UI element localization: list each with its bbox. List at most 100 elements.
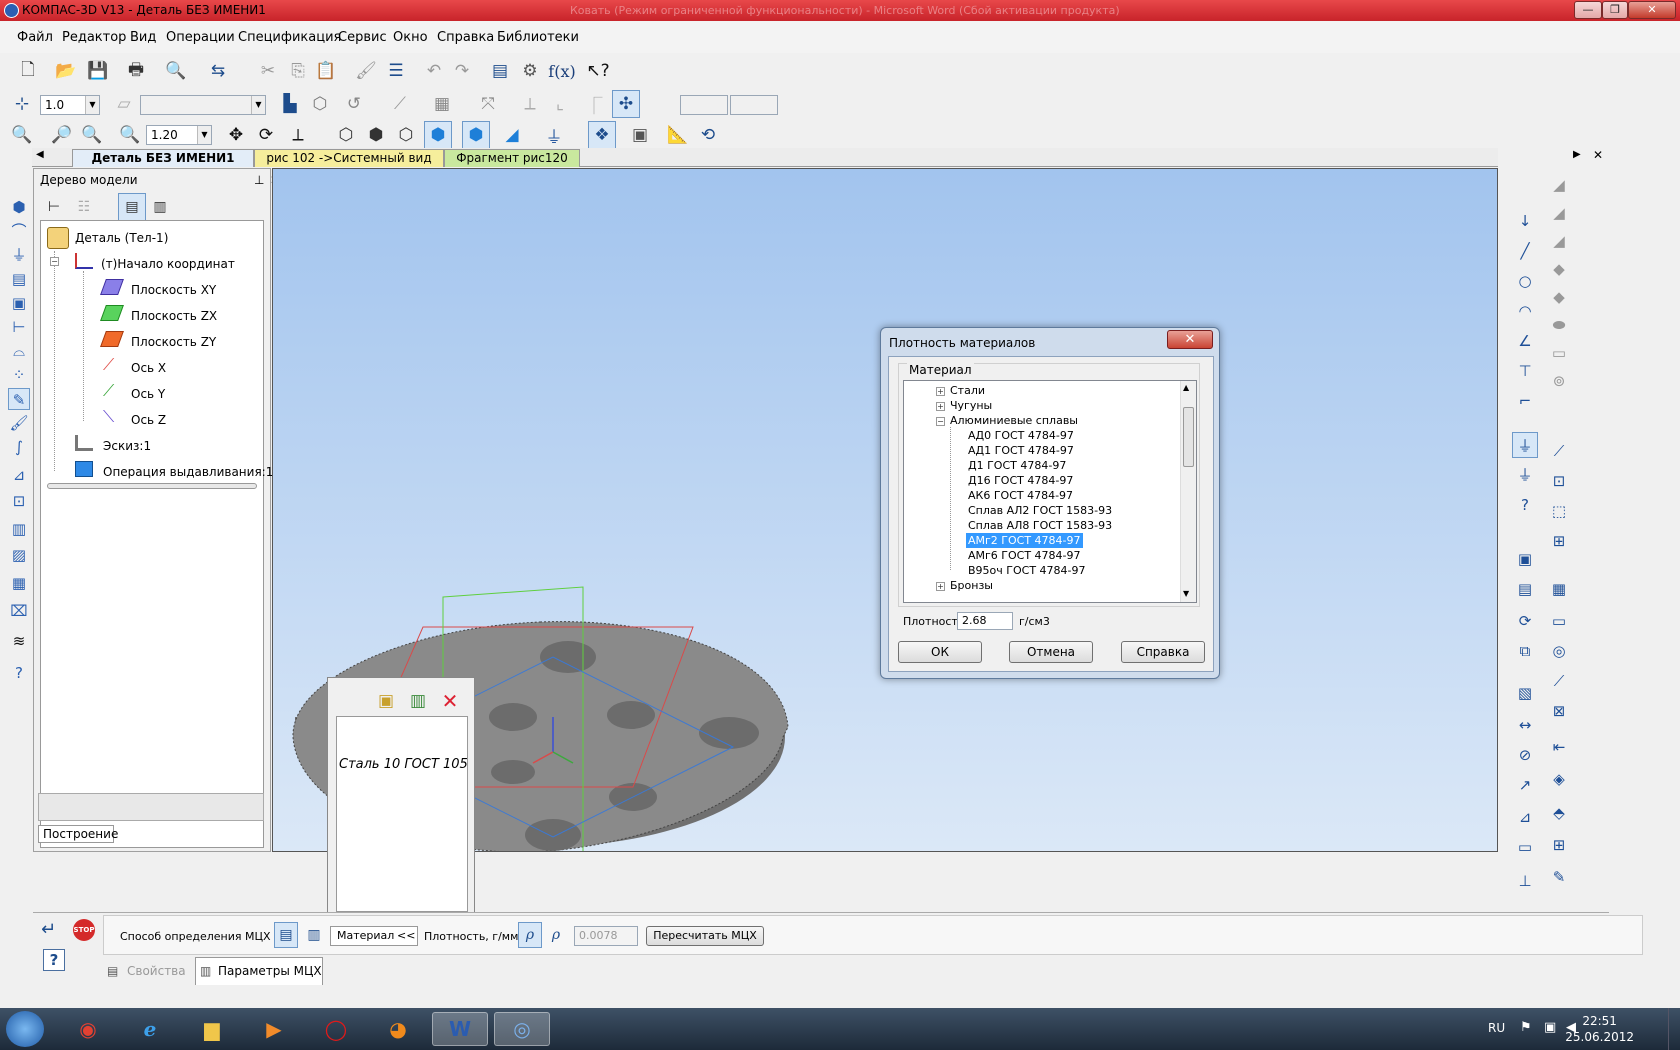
step-field[interactable]: 1.0 ▼ xyxy=(40,95,100,115)
help-right-icon[interactable]: ? xyxy=(1512,492,1538,518)
measure-icon[interactable]: ⤧ xyxy=(474,90,502,118)
new-document-icon[interactable]: 🗋 xyxy=(14,57,42,85)
shape-2-icon[interactable]: ◢ xyxy=(1546,200,1572,226)
copy-right-icon[interactable]: ⧉ xyxy=(1512,638,1538,664)
ruler-icon[interactable]: 📐 xyxy=(664,121,692,149)
hatch-icon[interactable]: ▧ xyxy=(1512,680,1538,706)
diagnosis-icon[interactable]: ⊡ xyxy=(8,490,30,512)
rebuild-icon[interactable]: ⟲ xyxy=(694,121,722,149)
tree-item-plane-zy[interactable]: Плоскость ZY xyxy=(131,335,216,349)
zoom-dropdown-icon[interactable]: ▼ xyxy=(197,126,211,144)
tree-root[interactable]: Деталь (Тел-1) xyxy=(75,231,168,245)
save-tool-icon[interactable]: ▣ xyxy=(8,292,30,314)
dim-icon[interactable]: ⊢ xyxy=(8,316,30,338)
open-folder-icon[interactable]: 📂 xyxy=(52,57,80,85)
spline-icon[interactable]: ∫ xyxy=(8,436,30,458)
expand-bronze-icon[interactable]: + xyxy=(936,582,945,591)
density-field[interactable]: 2.68 xyxy=(957,612,1013,630)
menu-libraries[interactable]: Библиотеки xyxy=(497,30,579,45)
surface-icon[interactable]: ▣ xyxy=(1512,546,1538,572)
chrome-icon[interactable]: ◉ xyxy=(60,1012,116,1046)
export-icon[interactable]: ⇆ xyxy=(204,57,232,85)
doc-icon[interactable]: ▤ xyxy=(8,268,30,290)
menu-view[interactable]: Вид xyxy=(130,30,156,45)
save-icon[interactable]: 💾 xyxy=(84,57,112,85)
scroll-up-icon[interactable]: ▲ xyxy=(1183,383,1189,392)
point-icon[interactable]: ↓ xyxy=(1512,208,1538,234)
tabs-left-arrow-icon[interactable]: ◀ xyxy=(36,149,44,160)
cancel-button[interactable]: Отмена xyxy=(1009,641,1093,663)
menu-window[interactable]: Окно xyxy=(393,30,428,45)
geom-7-icon[interactable]: ◎ xyxy=(1546,638,1572,664)
geom-4-icon[interactable]: ⊞ xyxy=(1546,528,1572,554)
snap-grid-icon[interactable]: ⊹ xyxy=(8,90,36,118)
coord-x-field[interactable] xyxy=(680,95,728,115)
geom-10-icon[interactable]: ⇤ xyxy=(1546,734,1572,760)
length-icon[interactable]: ⊿ xyxy=(1512,804,1538,830)
menu-operations[interactable]: Операции xyxy=(166,30,235,45)
geom-11-icon[interactable]: ◈ xyxy=(1546,766,1572,792)
material-item-selected[interactable]: АМг2 ГОСТ 4784-97 xyxy=(966,533,1083,548)
zoom-scale-icon[interactable]: 🔍 xyxy=(116,121,144,149)
wireframe-icon[interactable]: ⬡ xyxy=(332,121,360,149)
close-doc-icon[interactable]: ✕ xyxy=(1593,148,1603,162)
area-icon[interactable]: ▭ xyxy=(1512,834,1538,860)
rotate-view-icon[interactable]: ⟳ xyxy=(252,121,280,149)
show-all-icon[interactable]: ❖ xyxy=(588,121,616,149)
arc-icon[interactable]: ◠ xyxy=(1512,298,1538,324)
restore-button[interactable]: ❐ xyxy=(1602,1,1628,19)
shape-8-icon[interactable]: ⊚ xyxy=(1546,368,1572,394)
explorer-folder-icon[interactable]: ▆ xyxy=(184,1012,240,1046)
array-icon[interactable]: ⁘ xyxy=(8,364,30,386)
print-icon[interactable]: 🖶 xyxy=(122,57,150,85)
function-fx-icon[interactable]: f(x) xyxy=(548,57,576,85)
assembly-icon[interactable]: ▦ xyxy=(8,572,30,594)
mcx-tool-icon[interactable]: ⏚ xyxy=(1512,432,1538,458)
layer-field[interactable]: ▼ xyxy=(140,95,266,115)
coord-icon[interactable]: ⌞ xyxy=(546,90,574,118)
angle-measure-icon[interactable]: ⊘ xyxy=(1512,742,1538,768)
copy-icon[interactable]: ⎘ xyxy=(284,57,312,85)
geom-3-icon[interactable]: ⬚ xyxy=(1546,498,1572,524)
menu-service[interactable]: Сервис xyxy=(338,30,387,45)
shape-1-icon[interactable]: ◢ xyxy=(1546,172,1572,198)
material-item[interactable]: АД0 ГОСТ 4784-97 xyxy=(966,428,1076,443)
zoom-field[interactable]: 1.20 ▼ xyxy=(146,125,212,145)
shape-6-icon[interactable]: ⬬ xyxy=(1546,312,1572,338)
geom-6-icon[interactable]: ▭ xyxy=(1546,608,1572,634)
edit-detail-icon[interactable]: ✎ xyxy=(8,388,30,410)
layer-dropdown-icon[interactable]: ▼ xyxy=(251,96,265,114)
geom-9-icon[interactable]: ⊠ xyxy=(1546,698,1572,724)
language-indicator[interactable]: RU xyxy=(1488,1021,1505,1035)
firefox-icon[interactable]: ◕ xyxy=(370,1012,426,1046)
filter-icon[interactable]: ⏚ xyxy=(540,121,568,149)
material-item[interactable]: АМг6 ГОСТ 4784-97 xyxy=(966,548,1083,563)
paint-icon[interactable]: 🖌 xyxy=(8,412,30,434)
section-icon[interactable]: ▣ xyxy=(626,121,654,149)
kompas-task-icon[interactable]: ◎ xyxy=(494,1012,550,1046)
menu-editor[interactable]: Редактор xyxy=(62,30,126,45)
material-item[interactable]: Стали xyxy=(948,383,987,398)
tree-item-sketch[interactable]: Эскиз:1 xyxy=(103,439,151,453)
distance-icon[interactable]: ↔ xyxy=(1512,712,1538,738)
density-rho-icon[interactable]: ρ xyxy=(518,922,542,948)
material-item[interactable]: В95оч ГОСТ 4784-97 xyxy=(966,563,1088,578)
word-icon[interactable]: W xyxy=(432,1012,488,1046)
shape-5-icon[interactable]: ◆ xyxy=(1546,284,1572,310)
radius-icon[interactable]: ↗ xyxy=(1512,772,1538,798)
rotate-icon[interactable]: ↺ xyxy=(340,90,368,118)
minimize-button[interactable]: — xyxy=(1574,1,1602,19)
shape-7-icon[interactable]: ▭ xyxy=(1546,340,1572,366)
material-item[interactable]: Д1 ГОСТ 4784-97 xyxy=(966,458,1068,473)
cut-icon[interactable]: ✂ xyxy=(254,57,282,85)
ok-button[interactable]: ОК xyxy=(898,641,982,663)
collapse-aluminium-icon[interactable]: − xyxy=(936,417,945,426)
properties-list-icon[interactable]: ☰ xyxy=(382,57,410,85)
cut-tool-icon[interactable]: ⌧ xyxy=(8,600,30,622)
tree-structure-icon[interactable]: ⊢ xyxy=(40,193,68,221)
geom-14-icon[interactable]: ✎ xyxy=(1546,864,1572,890)
wave-icon[interactable]: ≋ xyxy=(8,630,30,652)
curves-icon[interactable]: ⌒ xyxy=(8,220,30,242)
chain-icon[interactable]: ⊥ xyxy=(1512,868,1538,894)
tree-hscrollbar[interactable] xyxy=(47,483,257,489)
